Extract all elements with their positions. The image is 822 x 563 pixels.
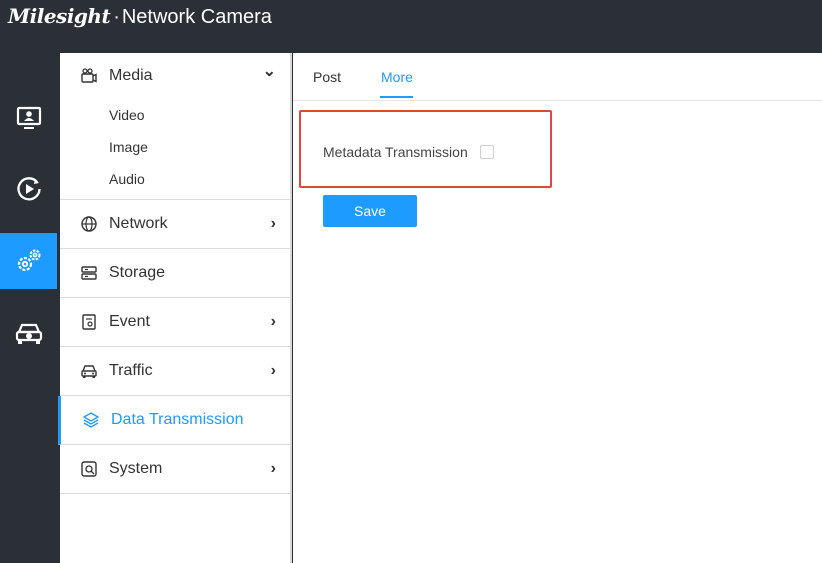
media-group: Media ⌄ Video Image Audio (60, 53, 290, 200)
globe-icon (81, 216, 97, 232)
camera-icon (81, 68, 97, 83)
chevron-down-icon: ⌄ (262, 63, 276, 80)
playback-icon (16, 177, 41, 201)
rail-live-view[interactable] (0, 90, 57, 146)
save-button[interactable]: Save (323, 195, 417, 227)
sidebar-subitem-audio[interactable]: Audio (60, 163, 290, 195)
event-document-icon (82, 314, 96, 330)
metadata-transmission-label: Metadata Transmission (323, 144, 468, 160)
sidebar-item-label: Media (109, 67, 153, 84)
sidebar-item-traffic[interactable]: Traffic › (60, 347, 290, 396)
car-icon (81, 365, 97, 378)
rail-playback[interactable] (0, 161, 57, 217)
chevron-right-icon: › (270, 313, 276, 330)
layers-icon (82, 412, 100, 428)
metadata-transmission-checkbox[interactable] (480, 145, 494, 159)
top-bar: Milesight · Network Camera (0, 0, 822, 45)
sidebar-item-label: Network (109, 215, 168, 232)
storage-drive-icon (81, 266, 97, 280)
sidebar-item-label: Data Transmission (111, 411, 244, 428)
chevron-right-icon: › (270, 215, 276, 232)
sidebar-subitem-image[interactable]: Image (60, 131, 290, 163)
milesight-logo: Milesight (8, 4, 111, 28)
active-tab-indicator (380, 96, 413, 98)
traffic-vehicle-icon (15, 323, 42, 344)
chevron-right-icon: › (270, 362, 276, 379)
sidebar-subitem-video[interactable]: Video (60, 99, 290, 131)
brand-separator: · (113, 6, 120, 28)
chevron-right-icon: › (270, 460, 276, 477)
icon-rail (0, 45, 57, 563)
product-name: Network Camera (121, 6, 272, 28)
sidebar-item-label: Event (109, 313, 150, 330)
main-content: Post More Metadata Transmission Save (293, 53, 822, 563)
sidebar-item-storage[interactable]: Storage (60, 249, 290, 298)
settings-sidebar: Media ⌄ Video Image Audio Network › Stor… (58, 53, 292, 563)
brand: Milesight · Network Camera (8, 4, 272, 30)
sidebar-item-label: Traffic (109, 362, 153, 379)
tab-more[interactable]: More (381, 69, 413, 85)
sidebar-item-data-transmission[interactable]: Data Transmission (58, 396, 290, 445)
sidebar-item-event[interactable]: Event › (60, 298, 290, 347)
rail-traffic[interactable] (0, 305, 57, 361)
live-view-monitor-icon (16, 106, 41, 129)
settings-gears-icon (17, 249, 40, 272)
rail-settings[interactable] (0, 233, 57, 289)
sidebar-item-network[interactable]: Network › (60, 200, 290, 249)
tab-bar: Post More (293, 53, 822, 101)
tab-post[interactable]: Post (313, 69, 341, 85)
sidebar-item-system[interactable]: System › (60, 445, 290, 494)
sidebar-item-label: Storage (109, 264, 166, 281)
sidebar-item-label: System (109, 460, 163, 477)
system-settings-icon (81, 461, 97, 477)
sidebar-item-media[interactable]: Media ⌄ (60, 53, 290, 99)
